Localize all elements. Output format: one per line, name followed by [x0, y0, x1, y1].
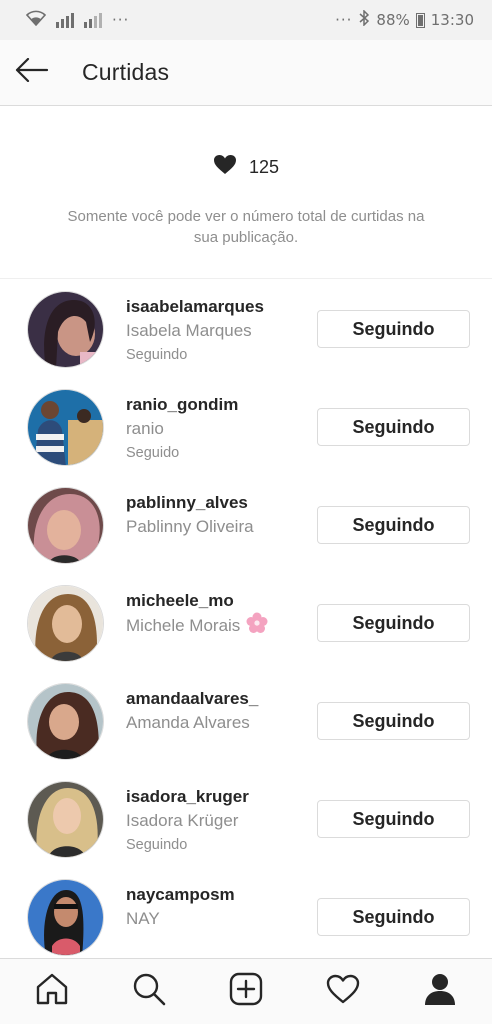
follow-status: Seguindo	[126, 347, 188, 363]
following-button[interactable]: Seguindo	[317, 604, 470, 642]
heart-filled-icon	[213, 154, 237, 180]
full-name: Pablinny Oliveira	[126, 517, 254, 536]
user-info: isadora_kruger Isadora Krüger Seguindo	[126, 786, 306, 856]
status-bar: ··· ··· 88% 13:30	[0, 0, 492, 40]
top-app-bar: Curtidas	[0, 40, 492, 106]
avatar[interactable]	[27, 291, 104, 368]
username[interactable]: naycamposm	[126, 884, 306, 906]
username[interactable]: micheele_mo	[126, 590, 306, 612]
following-button[interactable]: Seguindo	[317, 310, 470, 348]
battery-percent: 88%	[376, 11, 410, 29]
list-item[interactable]: isaabelamarques Isabela Marques Seguindo…	[0, 280, 492, 378]
likes-count: 125	[248, 156, 280, 177]
full-name: Michele Morais	[126, 612, 306, 642]
username[interactable]: ranio_gondim	[126, 394, 306, 416]
follow-status: Seguido	[126, 445, 180, 461]
likes-summary: 125 Somente você pode ver o número total…	[0, 106, 492, 279]
clock: 13:30	[430, 11, 474, 29]
new-post-icon	[229, 972, 263, 1011]
bottom-tab-bar	[0, 958, 492, 1024]
following-button[interactable]: Seguindo	[317, 800, 470, 838]
avatar[interactable]	[27, 683, 104, 760]
list-item[interactable]: pablinny_alves Pablinny Oliveira Seguind…	[0, 476, 492, 574]
page-title: Curtidas	[82, 59, 170, 85]
activity-heart-icon	[326, 974, 360, 1009]
back-button[interactable]	[0, 40, 64, 106]
full-name-text: Michele Morais	[126, 616, 241, 635]
user-info: isaabelamarques Isabela Marques Seguindo	[126, 296, 306, 366]
user-info: amandaalvares_ Amanda Alvares	[126, 688, 306, 736]
status-left-dots: ···	[112, 11, 130, 29]
status-right-dots: ···	[335, 11, 353, 29]
following-button[interactable]: Seguindo	[317, 702, 470, 740]
following-button[interactable]: Seguindo	[317, 506, 470, 544]
wifi-icon	[25, 10, 47, 30]
full-name: Isadora Krüger	[126, 811, 239, 830]
tab-activity[interactable]	[313, 962, 373, 1022]
user-info: ranio_gondim ranio Seguido	[126, 394, 306, 464]
user-info: pablinny_alves Pablinny Oliveira	[126, 492, 306, 540]
status-left: ···	[25, 10, 130, 30]
user-info: naycamposm NAY	[126, 884, 306, 932]
avatar[interactable]	[27, 389, 104, 466]
tab-profile[interactable]	[410, 962, 470, 1022]
battery-icon	[415, 12, 425, 28]
full-name: ranio	[126, 419, 164, 438]
list-item[interactable]: isadora_kruger Isadora Krüger Seguindo S…	[0, 770, 492, 868]
list-item[interactable]: micheele_mo Michele Morais Seguindo	[0, 574, 492, 672]
tab-home[interactable]	[22, 962, 82, 1022]
profile-icon	[423, 972, 457, 1011]
full-name: Isabela Marques	[126, 321, 252, 340]
following-button[interactable]: Seguindo	[317, 898, 470, 936]
back-arrow-icon	[15, 57, 49, 87]
username[interactable]: amandaalvares_	[126, 688, 306, 710]
cherry-blossom-icon	[246, 612, 268, 642]
status-right: ··· 88% 13:30	[335, 9, 474, 30]
signal-2-icon	[84, 12, 102, 28]
privacy-notice: Somente você pode ver o número total de …	[67, 208, 425, 246]
search-icon	[132, 972, 166, 1011]
username[interactable]: isaabelamarques	[126, 296, 306, 318]
likes-total: 125	[0, 154, 492, 180]
full-name: NAY	[126, 909, 160, 928]
avatar[interactable]	[27, 879, 104, 956]
follow-status: Seguindo	[126, 837, 188, 853]
avatar[interactable]	[27, 585, 104, 662]
avatar[interactable]	[27, 487, 104, 564]
list-item[interactable]: ranio_gondim ranio Seguido Seguindo	[0, 378, 492, 476]
user-info: micheele_mo Michele Morais	[126, 590, 306, 642]
home-icon	[35, 972, 69, 1011]
signal-icon	[56, 12, 74, 28]
avatar[interactable]	[27, 781, 104, 858]
username[interactable]: isadora_kruger	[126, 786, 306, 808]
tab-search[interactable]	[119, 962, 179, 1022]
following-button[interactable]: Seguindo	[317, 408, 470, 446]
full-name: Amanda Alvares	[126, 713, 250, 732]
bluetooth-icon	[358, 9, 370, 30]
list-item[interactable]: amandaalvares_ Amanda Alvares Seguindo	[0, 672, 492, 770]
tab-new-post[interactable]	[216, 962, 276, 1022]
list-item[interactable]: naycamposm NAY Seguindo	[0, 868, 492, 966]
username[interactable]: pablinny_alves	[126, 492, 306, 514]
